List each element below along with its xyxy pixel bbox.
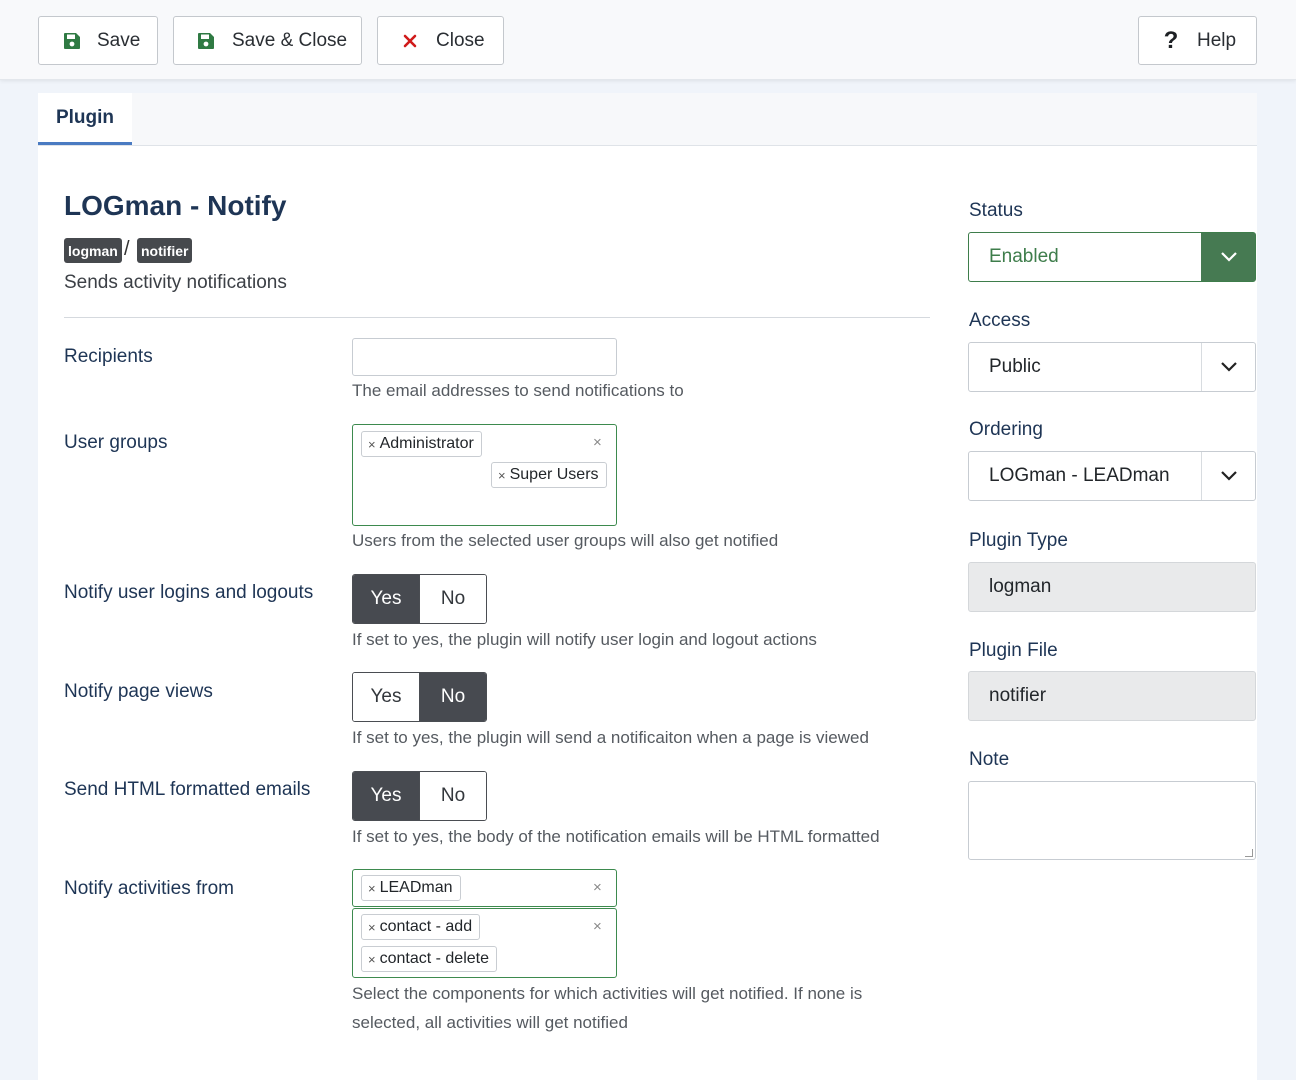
html-emails-no[interactable]: No	[420, 772, 486, 820]
tab-plugin[interactable]: Plugin	[38, 93, 132, 145]
chip-label: Super Users	[509, 466, 599, 483]
chip-administrator: × Administrator	[361, 431, 482, 457]
notify-page-views-yes[interactable]: Yes	[353, 673, 420, 721]
note-textarea[interactable]	[968, 781, 1256, 860]
recipients-hint: The email addresses to send notification…	[352, 381, 684, 400]
divider	[64, 317, 930, 318]
notify-page-views-label: Notify page views	[64, 681, 213, 702]
close-x-icon	[399, 30, 421, 52]
chip-label: LEADman	[379, 879, 453, 896]
floppy-disk-icon	[195, 30, 217, 52]
chip-label: contact - add	[379, 918, 473, 935]
plugin-description: Sends activity notifications	[64, 272, 287, 293]
actions-select[interactable]: × contact - add × contact - delete ×	[352, 908, 617, 978]
access-value: Public	[989, 356, 1041, 377]
user-groups-select[interactable]: × Administrator × Super Users ×	[352, 424, 617, 526]
recipients-label: Recipients	[64, 346, 153, 367]
ordering-select[interactable]: LOGman - LEADman	[968, 451, 1256, 501]
chip-contact-delete: × contact - delete	[361, 946, 497, 972]
chevron-down-icon	[1201, 233, 1255, 281]
user-groups-label: User groups	[64, 432, 168, 453]
close-button-label: Close	[436, 29, 485, 51]
clear-selection-icon[interactable]: ×	[593, 918, 602, 935]
resize-handle-icon[interactable]	[1245, 849, 1253, 857]
chip-super-users: × Super Users	[491, 462, 607, 488]
floppy-disk-icon	[61, 30, 83, 52]
access-label: Access	[969, 310, 1031, 331]
plugin-file-label: Plugin File	[969, 640, 1058, 661]
status-select[interactable]: Enabled	[968, 232, 1256, 282]
user-groups-hint: Users from the selected user groups will…	[352, 531, 779, 550]
chevron-down-icon	[1201, 343, 1255, 391]
recipients-input[interactable]	[352, 338, 617, 376]
ordering-value: LOGman - LEADman	[989, 465, 1170, 486]
chip-remove-icon[interactable]: ×	[368, 952, 376, 967]
status-value: Enabled	[989, 246, 1059, 267]
ordering-label: Ordering	[969, 419, 1043, 440]
toolbar: Save Save & Close Close ? Help	[0, 0, 1296, 80]
clear-selection-icon[interactable]: ×	[593, 879, 602, 896]
html-emails-hint: If set to yes, the body of the notificat…	[352, 827, 880, 846]
chip-label: Administrator	[379, 435, 474, 452]
notify-page-views-hint: If set to yes, the plugin will send a no…	[352, 728, 869, 747]
access-select[interactable]: Public	[968, 342, 1256, 392]
save-button-label: Save	[97, 29, 141, 51]
chip-remove-icon[interactable]: ×	[368, 881, 376, 896]
notify-activities-hint-2: selected, all activities will get notifi…	[352, 1013, 628, 1032]
page-title: LOGman - Notify	[64, 190, 287, 221]
html-emails-label: Send HTML formatted emails	[64, 779, 311, 800]
chip-leadman: × LEADman	[361, 875, 461, 901]
html-emails-yes[interactable]: Yes	[353, 772, 420, 820]
save-button[interactable]: Save	[38, 16, 158, 65]
save-and-close-button[interactable]: Save & Close	[173, 16, 362, 65]
notify-activities-hint-1: Select the components for which activiti…	[352, 984, 863, 1003]
plugin-type-label: Plugin Type	[969, 530, 1068, 551]
notify-logins-label: Notify user logins and logouts	[64, 582, 314, 603]
close-button[interactable]: Close	[377, 16, 504, 65]
notify-page-views-toggle: Yes No	[352, 672, 487, 722]
tab-bar-fill	[132, 93, 1257, 145]
components-select[interactable]: × LEADman ×	[352, 869, 617, 907]
notify-logins-no[interactable]: No	[420, 575, 486, 623]
tab-bar: Plugin	[38, 93, 1257, 146]
badge-plugin-group: logman	[64, 238, 122, 263]
chip-remove-icon[interactable]: ×	[368, 437, 376, 452]
chip-contact-add: × contact - add	[361, 914, 481, 940]
plugin-type-field: logman	[968, 562, 1256, 612]
notify-logins-hint: If set to yes, the plugin will notify us…	[352, 630, 817, 649]
chip-remove-icon[interactable]: ×	[498, 468, 506, 483]
question-mark-icon: ?	[1163, 26, 1179, 54]
help-button[interactable]: ? Help	[1138, 16, 1257, 65]
note-label: Note	[969, 749, 1010, 770]
badge-separator: /	[124, 238, 130, 260]
status-label: Status	[969, 200, 1023, 221]
chevron-down-icon	[1201, 452, 1255, 500]
plugin-file-field: notifier	[968, 671, 1256, 721]
chip-remove-icon[interactable]: ×	[368, 920, 376, 935]
help-button-label: Help	[1197, 29, 1237, 51]
notify-activities-label: Notify activities from	[64, 878, 234, 899]
badge-plugin-element: notifier	[137, 238, 193, 263]
chip-label: contact - delete	[379, 950, 489, 967]
html-emails-toggle: Yes No	[352, 771, 487, 821]
clear-selection-icon[interactable]: ×	[593, 434, 602, 451]
save-and-close-label: Save & Close	[232, 29, 348, 51]
notify-logins-yes[interactable]: Yes	[353, 575, 420, 623]
notify-page-views-no[interactable]: No	[420, 673, 486, 721]
notify-logins-toggle: Yes No	[352, 574, 487, 624]
